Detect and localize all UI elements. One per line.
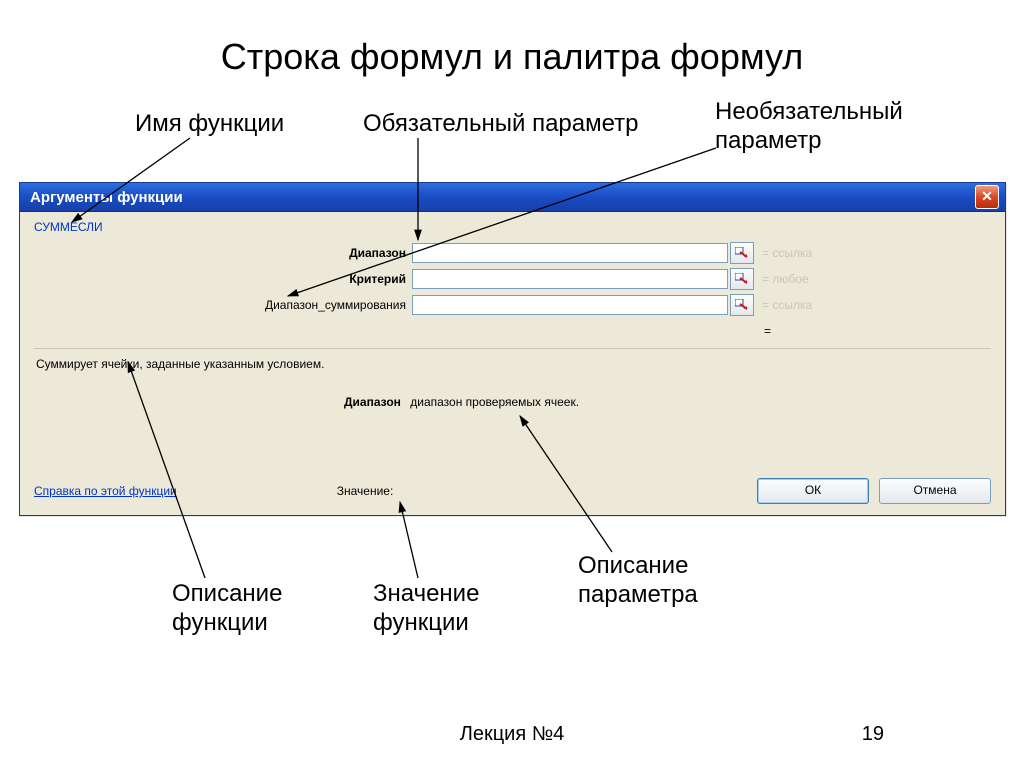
divider bbox=[34, 348, 991, 349]
param-input-range[interactable] bbox=[412, 243, 728, 263]
collapse-dialog-button[interactable] bbox=[730, 242, 754, 264]
param-result: = любое bbox=[762, 272, 809, 286]
close-button[interactable]: ✕ bbox=[975, 185, 999, 209]
close-icon: ✕ bbox=[981, 188, 993, 204]
refedit-icon bbox=[735, 299, 749, 311]
footer-page-number: 19 bbox=[862, 723, 884, 746]
cancel-button[interactable]: Отмена bbox=[879, 478, 991, 504]
dialog-title: Аргументы функции bbox=[30, 189, 975, 206]
annotation-func-desc: Описание функции bbox=[172, 580, 282, 638]
refedit-icon bbox=[735, 247, 749, 259]
collapse-dialog-button[interactable] bbox=[730, 268, 754, 290]
annotation-param-desc: Описание параметра bbox=[578, 552, 698, 610]
annotation-optional-param: Необязательный параметр bbox=[715, 98, 903, 156]
ok-button[interactable]: ОК bbox=[757, 478, 869, 504]
param-help-name: Диапазон bbox=[344, 395, 401, 409]
param-label: Критерий bbox=[34, 272, 412, 286]
param-label: Диапазон bbox=[34, 246, 412, 260]
refedit-icon bbox=[735, 273, 749, 285]
param-help-text: диапазон проверяемых ячеек. bbox=[410, 395, 579, 409]
annotation-required-param: Обязательный параметр bbox=[363, 110, 639, 139]
dialog-titlebar[interactable]: Аргументы функции ✕ bbox=[20, 183, 1005, 212]
help-link[interactable]: Справка по этой функции bbox=[34, 484, 177, 498]
param-row-sumrange: Диапазон_суммирования = ссылка bbox=[34, 294, 991, 316]
param-row-range: Диапазон = ссылка bbox=[34, 242, 991, 264]
param-help: Диапазон диапазон проверяемых ячеек. bbox=[344, 395, 991, 409]
collapse-dialog-button[interactable] bbox=[730, 294, 754, 316]
annotation-func-value: Значение функции bbox=[373, 580, 479, 638]
param-result: = ссылка bbox=[762, 246, 812, 260]
param-label: Диапазон_суммирования bbox=[34, 298, 412, 312]
param-input-criteria[interactable] bbox=[412, 269, 728, 289]
function-name: СУММЕСЛИ bbox=[34, 220, 991, 234]
function-description: Суммирует ячейки, заданные указанным усл… bbox=[36, 357, 991, 371]
slide-title: Строка формул и палитра формул bbox=[0, 36, 1024, 78]
function-arguments-dialog: Аргументы функции ✕ СУММЕСЛИ Диапазон = … bbox=[19, 182, 1006, 516]
param-input-sumrange[interactable] bbox=[412, 295, 728, 315]
param-row-criteria: Критерий = любое bbox=[34, 268, 991, 290]
formula-result-eq: = bbox=[34, 324, 991, 338]
param-result: = ссылка bbox=[762, 298, 812, 312]
annotation-func-name: Имя функции bbox=[135, 110, 284, 139]
value-label: Значение: bbox=[337, 484, 394, 498]
